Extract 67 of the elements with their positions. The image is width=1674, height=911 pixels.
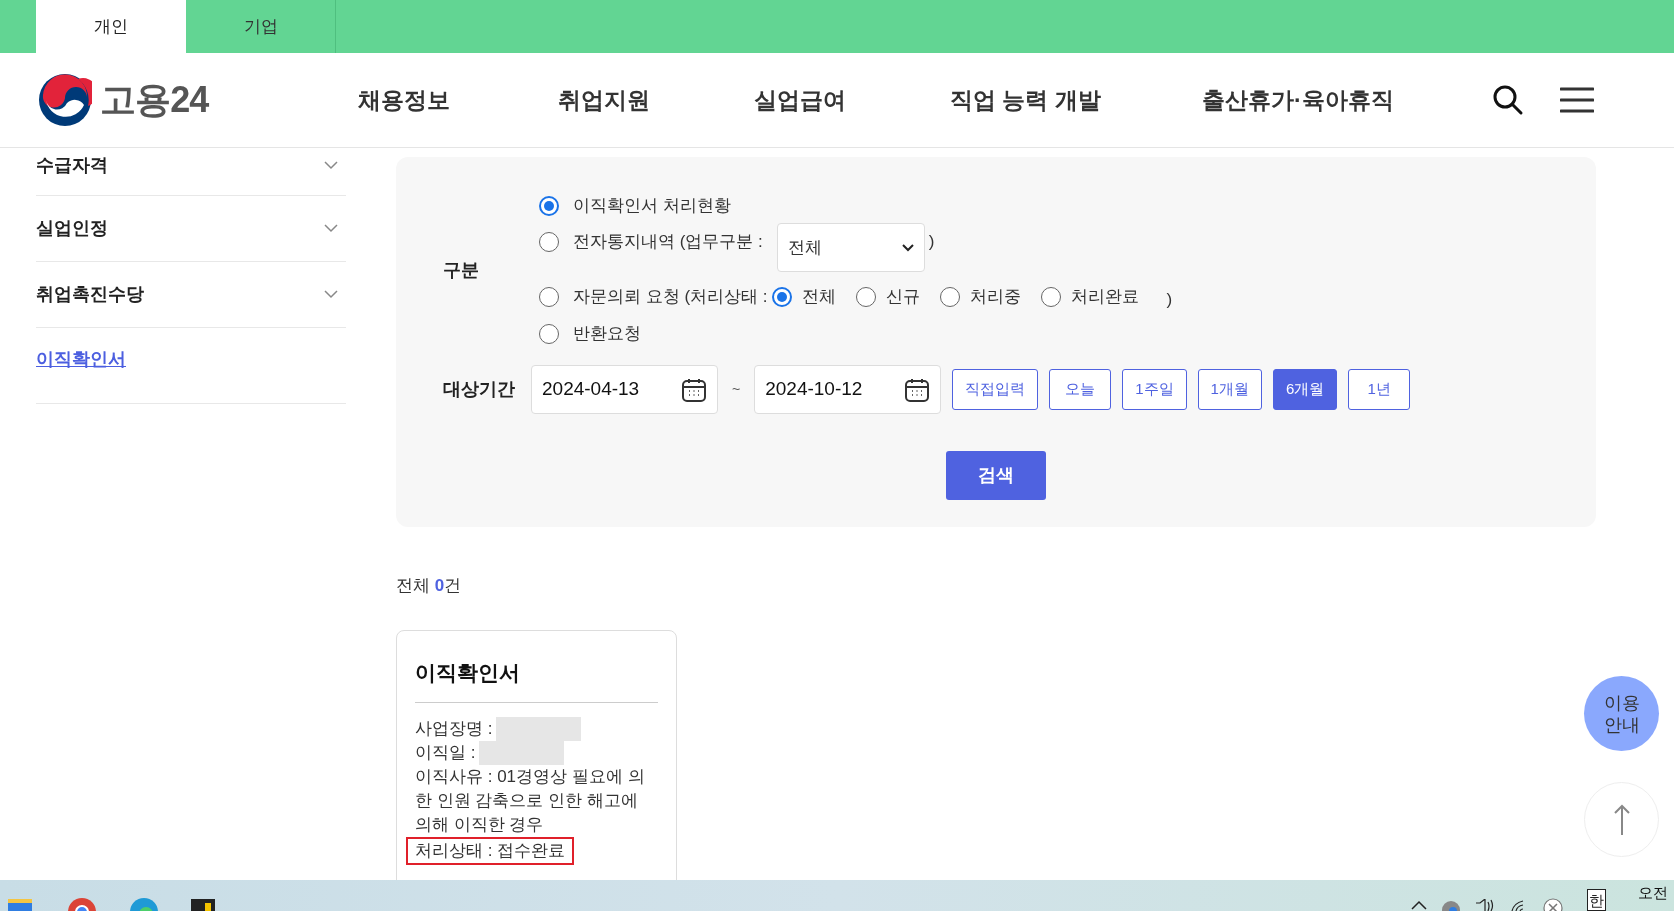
tab[interactable]: 개인 — [36, 0, 186, 53]
logo-text[interactable]: 고용24 — [100, 73, 209, 127]
period-button[interactable]: 오늘 — [1049, 369, 1112, 410]
card-field: 처리상태 : 접수완료 — [406, 837, 575, 865]
chevron-down-icon — [901, 243, 914, 252]
speaker-icon — [1475, 899, 1495, 911]
logo-emblem-icon — [38, 73, 92, 127]
chevron-down-icon — [324, 161, 338, 170]
card-title: 이직확인서 — [415, 656, 658, 703]
nav-link[interactable]: 실업급여 — [754, 86, 846, 113]
sidebar-item[interactable]: 수급자격 — [36, 152, 108, 179]
nav-link[interactable]: 채용정보 — [358, 86, 450, 113]
radio-option[interactable]: 처리중 — [939, 284, 1021, 310]
search-button[interactable]: 검색 — [946, 451, 1046, 500]
chevron-up-icon — [1411, 900, 1427, 910]
radio-option[interactable]: 자문의뢰 요청 (처리상태 : — [539, 284, 768, 310]
field-label: 구분 — [443, 258, 479, 282]
chevron-down-icon — [324, 290, 338, 299]
arrow-up-icon — [1613, 803, 1630, 836]
calendar-icon — [681, 376, 707, 403]
radio-button[interactable] — [855, 287, 876, 307]
browser-icon[interactable] — [67, 897, 97, 911]
radio-option[interactable]: 이직확인서 처리현황 — [539, 193, 731, 219]
period-button[interactable]: 직접입력 — [952, 369, 1039, 410]
menu-icon[interactable] — [1560, 87, 1594, 113]
nav-link[interactable]: 취업지원 — [558, 86, 650, 113]
paren-text: ) — [1166, 289, 1173, 312]
radio-button[interactable] — [771, 287, 792, 307]
dropdown[interactable]: 전체 — [776, 223, 925, 272]
app-icon[interactable] — [191, 897, 215, 911]
radio-button[interactable] — [539, 287, 559, 307]
sidebar-item[interactable]: 취업촉진수당 — [36, 281, 144, 308]
radio-option[interactable]: 전자통지내역 (업무구분 : — [539, 229, 763, 255]
nav-link[interactable]: 출산휴가·육아휴직 — [1202, 86, 1394, 113]
period-button[interactable]: 1개월 — [1197, 369, 1262, 410]
result-count: 전체 0건 — [396, 575, 463, 597]
period-button[interactable]: 6개월 — [1272, 369, 1338, 410]
radio-button[interactable] — [539, 231, 559, 252]
sidebar-item[interactable]: 실업인정 — [36, 215, 108, 242]
clock-text: 오전 — [1638, 883, 1668, 903]
folder-icon[interactable] — [8, 897, 32, 911]
period-button[interactable]: 1년 — [1348, 369, 1411, 410]
card-field: 사업장명 : — [415, 717, 493, 741]
search-icon[interactable] — [1492, 84, 1524, 116]
ime-indicator[interactable]: 한 — [1587, 889, 1606, 911]
card-field: 이직일 : — [415, 741, 476, 765]
radio-button[interactable] — [539, 196, 559, 216]
radio-button[interactable] — [1040, 287, 1061, 307]
radio-option[interactable]: 처리완료 — [1040, 284, 1139, 310]
radio-button[interactable] — [939, 287, 960, 307]
cloud-icon — [1441, 900, 1461, 911]
radio-option[interactable]: 신규 — [855, 284, 920, 310]
sidebar-item[interactable]: 이직확인서 — [36, 346, 126, 373]
chevron-down-icon — [324, 224, 338, 233]
card-field: 이직사유 : 01경영상 필요에 의한 인원 감축으로 인한 해고에 의해 이직한 경우 — [415, 765, 658, 837]
range-separator: ~ — [732, 380, 741, 399]
date-field[interactable]: 2024-10-12 — [754, 365, 942, 414]
period-button[interactable]: 1주일 — [1122, 369, 1187, 410]
paren-text: ) — [928, 231, 935, 253]
radio-button[interactable] — [539, 324, 559, 344]
nav-link[interactable]: 직업 능력 개발 — [950, 86, 1101, 113]
field-label: 대상기간 — [443, 379, 515, 399]
radio-option[interactable]: 반환요청 — [539, 321, 641, 347]
date-field[interactable]: 2024-04-13 — [531, 365, 718, 414]
guide-button[interactable]: 이용 안내 — [1584, 676, 1659, 751]
calendar-icon — [904, 376, 931, 403]
radio-option[interactable]: 전체 — [771, 284, 836, 310]
